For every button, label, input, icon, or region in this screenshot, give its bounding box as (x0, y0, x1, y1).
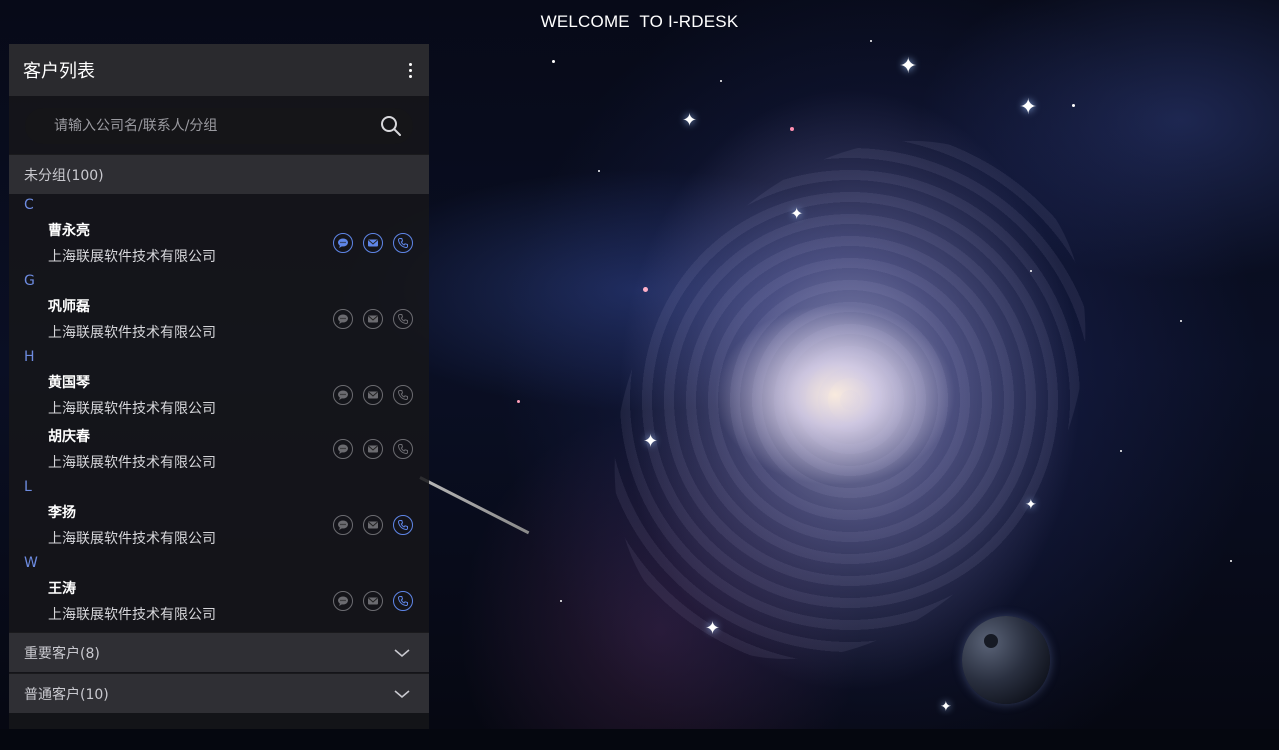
mail-icon[interactable] (363, 591, 383, 611)
search-input[interactable] (52, 117, 379, 135)
contact-company: 上海联展软件技术有限公司 (48, 401, 216, 417)
welcome-banner: WELCOME TO I-RDESK (540, 12, 739, 31)
contact-row[interactable]: 王涛 上海联展软件技术有限公司 (9, 574, 429, 628)
probe-antenna (419, 476, 530, 535)
phone-icon[interactable] (393, 515, 413, 535)
index-letter: H (24, 349, 35, 365)
contact-name: 巩师磊 (48, 299, 90, 315)
phone-icon[interactable] (393, 233, 413, 253)
galaxy-spiral (517, 50, 1183, 750)
index-letter: W (24, 555, 38, 571)
group-header-regular[interactable]: 普通客户(10) (9, 673, 429, 713)
phone-icon[interactable] (393, 439, 413, 459)
contact-company: 上海联展软件技术有限公司 (48, 325, 216, 341)
contact-list: C 曹永亮 上海联展软件技术有限公司 G 巩师磊 上海联展软件技术有限公司 H … (9, 194, 429, 631)
contact-row[interactable]: 李扬 上海联展软件技术有限公司 (9, 498, 429, 552)
planet (962, 616, 1050, 704)
contact-info: 李扬 上海联展软件技术有限公司 (48, 502, 216, 548)
contact-name: 黄国琴 (48, 375, 90, 391)
contact-row[interactable]: 胡庆春 上海联展软件技术有限公司 (9, 422, 429, 476)
contact-actions (333, 439, 413, 459)
contact-info: 王涛 上海联展软件技术有限公司 (48, 578, 216, 624)
contact-row[interactable]: 曹永亮 上海联展软件技术有限公司 (9, 216, 429, 270)
search-box (25, 108, 413, 144)
contact-name: 李扬 (48, 505, 76, 521)
mail-icon[interactable] (363, 385, 383, 405)
contact-info: 曹永亮 上海联展软件技术有限公司 (48, 220, 216, 266)
chat-icon[interactable] (333, 385, 353, 405)
phone-icon[interactable] (393, 385, 413, 405)
contact-row[interactable]: 巩师磊 上海联展软件技术有限公司 (9, 292, 429, 346)
mail-icon[interactable] (363, 515, 383, 535)
chat-icon[interactable] (333, 439, 353, 459)
chat-icon[interactable] (333, 233, 353, 253)
contact-actions (333, 591, 413, 611)
contact-actions (333, 309, 413, 329)
contact-company: 上海联展软件技术有限公司 (48, 607, 216, 623)
panel-title: 客户列表 (23, 61, 95, 82)
chat-icon[interactable] (333, 309, 353, 329)
contact-company: 上海联展软件技术有限公司 (48, 531, 216, 547)
group-label: 未分组(100) (24, 167, 104, 184)
contact-info: 胡庆春 上海联展软件技术有限公司 (48, 426, 216, 472)
contact-name: 王涛 (48, 581, 76, 597)
contact-info: 黄国琴 上海联展软件技术有限公司 (48, 372, 216, 418)
mail-icon[interactable] (363, 439, 383, 459)
search-icon[interactable] (379, 114, 403, 138)
panel-header: 客户列表 (9, 44, 429, 96)
contact-name: 曹永亮 (48, 223, 90, 239)
customer-list-panel: 客户列表 未分组(100) C 曹永亮 上海联展软件技术有限公司 G 巩师磊 上… (9, 44, 429, 729)
contact-row[interactable]: 黄国琴 上海联展软件技术有限公司 (9, 368, 429, 422)
phone-icon[interactable] (393, 309, 413, 329)
index-letter: C (24, 197, 34, 213)
index-letter: G (24, 273, 35, 289)
group-header-ungrouped[interactable]: 未分组(100) (9, 154, 429, 194)
chevron-down-icon[interactable] (393, 647, 411, 659)
contact-name: 胡庆春 (48, 429, 90, 445)
contact-company: 上海联展软件技术有限公司 (48, 455, 216, 471)
chat-icon[interactable] (333, 515, 353, 535)
group-label: 重要客户(8) (24, 645, 100, 662)
contact-actions (333, 515, 413, 535)
group-header-important[interactable]: 重要客户(8) (9, 632, 429, 672)
phone-icon[interactable] (393, 591, 413, 611)
group-label: 普通客户(10) (24, 686, 109, 703)
mail-icon[interactable] (363, 233, 383, 253)
more-vertical-icon[interactable] (401, 60, 419, 80)
contact-actions (333, 385, 413, 405)
chevron-down-icon[interactable] (393, 688, 411, 700)
contact-company: 上海联展软件技术有限公司 (48, 249, 216, 265)
chat-icon[interactable] (333, 591, 353, 611)
index-letter: L (24, 479, 32, 495)
mail-icon[interactable] (363, 309, 383, 329)
contact-info: 巩师磊 上海联展软件技术有限公司 (48, 296, 216, 342)
contact-actions (333, 233, 413, 253)
